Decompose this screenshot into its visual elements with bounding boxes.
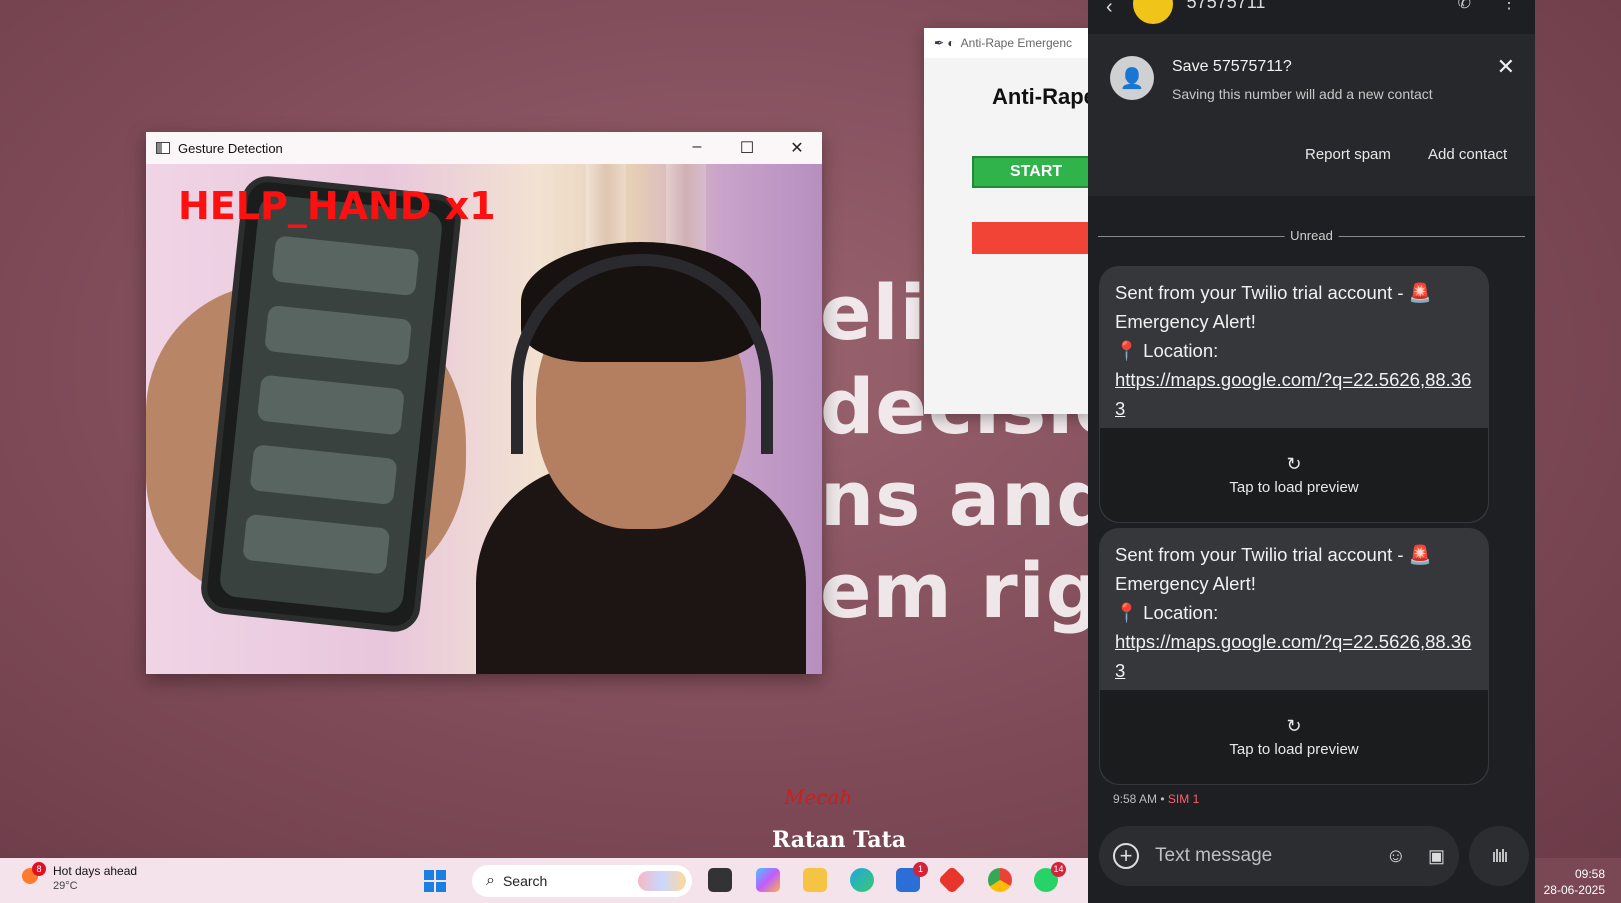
whatsapp-icon[interactable]: 14 (1034, 862, 1066, 892)
weather-temp: 29°C (53, 880, 78, 892)
refresh-icon: ↻ (1286, 716, 1302, 736)
back-arrow-icon[interactable]: ‹ (1106, 0, 1113, 19)
sim-label: SIM 1 (1167, 792, 1200, 806)
voice-message-icon[interactable]: ıIıIı (1469, 826, 1529, 886)
message-line: Sent from your Twilio trial account - 🚨 (1115, 282, 1432, 303)
load-preview-button[interactable]: ↻ Tap to load preview (1100, 428, 1488, 522)
app-icon (156, 142, 170, 154)
anti-rape-window-titlebar[interactable]: ✒ ◐ Anti-Rape Emergenc (924, 28, 1094, 58)
call-icon[interactable]: ✆ (1458, 0, 1471, 13)
task-view-icon[interactable] (708, 868, 732, 892)
store-badge: 1 (913, 862, 928, 877)
load-preview-button[interactable]: ↻ Tap to load preview (1100, 690, 1488, 784)
text-message-input[interactable]: Text message (1155, 845, 1272, 867)
taskbar-search[interactable]: ⌕ Search (472, 865, 692, 897)
save-contact-subtitle: Saving this number will add a new contac… (1172, 86, 1433, 102)
message-line: Emergency Alert! (1115, 573, 1256, 594)
copilot-icon[interactable] (756, 868, 780, 892)
more-options-icon[interactable]: ⋮ (1501, 0, 1517, 13)
search-icon: ⌕ (486, 872, 495, 889)
load-preview-label: Tap to load preview (1229, 479, 1359, 496)
windows-start-icon[interactable] (424, 870, 446, 892)
anti-rape-window-title: Anti-Rape Emergenc (960, 36, 1073, 50)
file-explorer-icon[interactable] (803, 868, 827, 892)
message-line: Emergency Alert! (1115, 311, 1256, 332)
clock-time: 09:58 (1574, 867, 1605, 881)
emoji-icon[interactable]: ☺ (1386, 845, 1406, 868)
weather-title: Hot days ahead (53, 864, 138, 878)
conversation-header: ‹ 57575711 ✆ ⋮ (1088, 0, 1535, 30)
timestamp-separator: • (1160, 792, 1165, 806)
weather-badge: 8 (32, 862, 46, 876)
location-link[interactable]: https://maps.google.com/?q=22.5626,88.36… (1115, 365, 1473, 423)
gesture-window-title: Gesture Detection (178, 140, 283, 156)
stop-button[interactable] (972, 222, 1094, 254)
timestamp-time: 9:58 AM (1113, 792, 1158, 806)
held-phone (198, 173, 464, 635)
start-button[interactable]: START (972, 156, 1094, 188)
unread-divider: Unread (1098, 228, 1525, 243)
unread-label: Unread (1284, 228, 1339, 243)
chrome-icon[interactable] (988, 868, 1012, 892)
signature-name: Ratan Tata (772, 827, 907, 853)
anti-rape-heading: Anti-Rape (992, 84, 1094, 109)
message-bubble[interactable]: Sent from your Twilio trial account - 🚨 … (1099, 266, 1489, 523)
message-composer[interactable]: + Text message ☺ ▣ (1099, 826, 1459, 886)
whatsapp-badge: 14 (1051, 862, 1066, 877)
maximize-button[interactable]: ☐ (722, 138, 772, 158)
gesture-overlay-text: HELP_HAND x1 (178, 184, 496, 228)
gesture-window-titlebar[interactable]: Gesture Detection – ☐ ✕ (146, 132, 822, 164)
search-label: Search (502, 873, 548, 889)
camera-feed: HELP_HAND x1 (146, 164, 822, 674)
contact-avatar[interactable] (1132, 0, 1173, 24)
location-link[interactable]: https://maps.google.com/?q=22.5626,88.36… (1115, 627, 1473, 685)
taskbar-clock[interactable]: 09:58 28-06-2025 (1535, 866, 1605, 898)
add-attachment-icon[interactable]: + (1113, 843, 1139, 869)
signature-small: Mecah (784, 785, 853, 809)
message-timestamp: 9:58 AM • SIM 1 (1113, 792, 1199, 806)
search-highlight-icon (638, 871, 686, 891)
contact-number: 57575711 (1186, 0, 1266, 12)
store-icon[interactable]: 1 (896, 862, 928, 892)
anti-rape-window: ✒ ◐ Anti-Rape Emergenc Anti-Rape START (924, 28, 1094, 414)
save-contact-title: Save 57575711? (1172, 58, 1292, 75)
load-preview-label: Tap to load preview (1229, 741, 1359, 758)
app-diamond-icon[interactable] (937, 865, 967, 895)
add-contact-button[interactable]: Add contact (1428, 146, 1507, 163)
close-icon[interactable]: ✕ (1497, 54, 1515, 80)
message-line: Sent from your Twilio trial account - 🚨 (1115, 544, 1432, 565)
save-contact-card: 👤 Save 57575711? Saving this number will… (1088, 34, 1535, 196)
refresh-icon: ↻ (1286, 454, 1302, 474)
minimize-button[interactable]: – (672, 138, 722, 158)
clock-date: 28-06-2025 (1543, 883, 1605, 897)
add-person-icon: 👤 (1110, 56, 1154, 100)
taskbar: 8 Hot days ahead 29°C ⌕ Search 1 14 (0, 858, 1088, 903)
messages-panel: ‹ 57575711 ✆ ⋮ 👤 Save 57575711? Saving t… (1088, 0, 1535, 903)
start-label: START (1010, 163, 1063, 180)
gesture-detection-window: Gesture Detection – ☐ ✕ HELP_HAND x1 (146, 132, 822, 674)
message-bubble[interactable]: Sent from your Twilio trial account - 🚨 … (1099, 528, 1489, 785)
edge-icon[interactable] (850, 868, 874, 892)
gallery-icon[interactable]: ▣ (1428, 846, 1445, 867)
close-button[interactable]: ✕ (772, 138, 822, 158)
message-line: 📍 Location: (1115, 340, 1219, 361)
report-spam-button[interactable]: Report spam (1305, 146, 1391, 163)
feather-icon: ✒ ◐ (934, 36, 955, 50)
message-line: 📍 Location: (1115, 602, 1219, 623)
